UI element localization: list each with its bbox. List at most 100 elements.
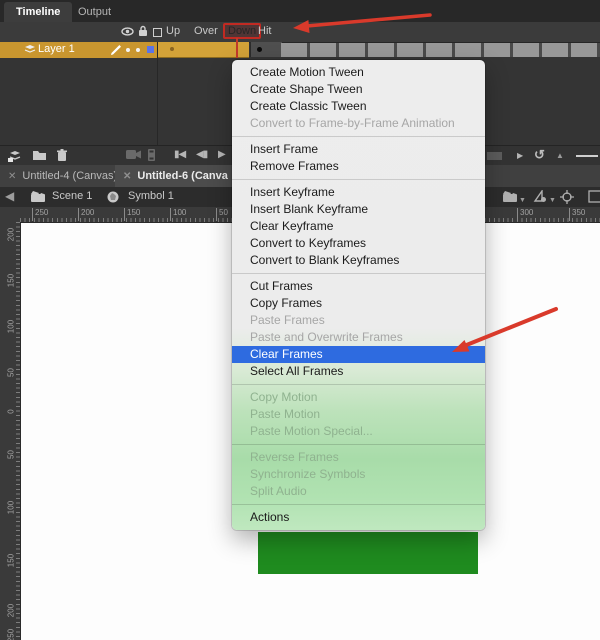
v-ruler-label: 100 [7, 317, 16, 337]
menu-item-create-classic-tween[interactable]: Create Classic Tween [232, 98, 485, 115]
keyframe-dot [257, 47, 262, 52]
menu-item-clear-keyframe[interactable]: Clear Keyframe [232, 218, 485, 235]
center-frame-crosshair-icon[interactable] [560, 190, 574, 204]
timeline-scrollbar-thumb[interactable] [487, 152, 502, 160]
h-ruler-label: 150 [124, 208, 140, 221]
menu-item-insert-blank-keyframe[interactable]: Insert Blank Keyframe [232, 201, 485, 218]
step-back-icon[interactable]: ◀▮ [196, 149, 207, 160]
pencil-edit-icon [110, 44, 122, 56]
menu-item-synchronize-symbols: Synchronize Symbols [232, 466, 485, 483]
frame-size-slider[interactable] [576, 155, 598, 157]
menu-item-clear-frames[interactable]: Clear Frames [232, 346, 485, 363]
menu-item-paste-frames: Paste Frames [232, 312, 485, 329]
menu-item-copy-frames[interactable]: Copy Frames [232, 295, 485, 312]
menu-item-paste-motion: Paste Motion [232, 406, 485, 423]
menu-separator [232, 380, 485, 389]
menu-item-paste-and-overwrite-frames: Paste and Overwrite Frames [232, 329, 485, 346]
menu-item-insert-frame[interactable]: Insert Frame [232, 141, 485, 158]
h-ruler-label: 100 [170, 208, 186, 221]
tab-output[interactable]: Output [66, 2, 123, 22]
h-ruler-label: 350 [569, 208, 585, 221]
menu-item-convert-to-keyframes[interactable]: Convert to Keyframes [232, 235, 485, 252]
green-rectangle-shape[interactable] [258, 532, 478, 574]
doc-tab-untitled-4[interactable]: ✕Untitled-4 (Canvas)* [0, 165, 117, 187]
scene-clapperboard-icon [30, 190, 46, 203]
keyframe-dot [170, 47, 174, 51]
layer-name-cell[interactable]: Layer 1 [0, 42, 157, 58]
tab-timeline[interactable]: Timeline [4, 2, 72, 22]
v-ruler-label: 150 [7, 551, 16, 571]
v-ruler-label: 200 [7, 225, 16, 245]
scroll-right-icon[interactable]: ▶ [517, 151, 523, 160]
back-arrow-icon[interactable]: ◀ [5, 189, 14, 203]
menu-item-actions[interactable]: Actions [232, 509, 485, 526]
symbol-name-label[interactable]: Symbol 1 [128, 190, 174, 202]
frame-label-hit[interactable]: Hit [258, 25, 271, 37]
v-ruler-label: 200 [7, 601, 16, 621]
menu-item-remove-frames[interactable]: Remove Frames [232, 158, 485, 175]
loop-playback-icon[interactable]: ↺ [534, 147, 545, 163]
edit-scene-icon[interactable] [502, 190, 518, 203]
h-ruler-label: 50 [216, 208, 228, 221]
menu-item-cut-frames[interactable]: Cut Frames [232, 278, 485, 295]
app-window: Timeline Output Up Over Down Hit Layer 1 [0, 0, 600, 640]
menu-separator [232, 175, 485, 184]
h-ruler-label: 250 [32, 208, 48, 221]
frame-label-down[interactable]: Down [223, 23, 261, 39]
panel-tab-bar: Timeline Output [0, 0, 600, 23]
delete-trash-icon[interactable] [56, 149, 68, 162]
visibility-eye-icon[interactable] [121, 26, 134, 37]
menu-separator [232, 500, 485, 509]
outline-color-icon[interactable] [153, 28, 162, 37]
close-icon[interactable]: ✕ [8, 171, 16, 182]
play-icon[interactable]: ▶ [218, 149, 226, 160]
menu-item-insert-keyframe[interactable]: Insert Keyframe [232, 184, 485, 201]
layer-row[interactable]: Layer 1 [0, 42, 600, 58]
zoom-box-partial[interactable] [588, 190, 600, 203]
menu-item-select-all-frames[interactable]: Select All Frames [232, 363, 485, 380]
frame-label-over[interactable]: Over [194, 25, 218, 37]
empty-frames-grid[interactable] [281, 43, 600, 57]
v-ruler-label: 0 [7, 402, 16, 422]
close-icon[interactable]: ✕ [123, 171, 131, 182]
chevron-down-icon: ▼ [549, 197, 556, 204]
menu-item-convert-to-frame-by-frame-animation: Convert to Frame-by-Frame Animation [232, 115, 485, 132]
edit-symbol-icon[interactable] [533, 190, 548, 203]
layer-name-label: Layer 1 [38, 43, 75, 55]
h-ruler-label: 200 [78, 208, 94, 221]
timeline-header-row: Up Over Down Hit [0, 22, 600, 43]
camera-icon[interactable] [126, 149, 141, 160]
hit-frame-cell[interactable] [250, 42, 282, 57]
ruler-ticks [16, 222, 20, 640]
menu-item-split-audio: Split Audio [232, 483, 485, 500]
menu-separator [232, 440, 485, 449]
menu-separator [232, 132, 485, 141]
v-ruler-label: 50 [7, 363, 16, 383]
new-folder-icon[interactable] [32, 149, 47, 161]
layer-outline-swatch[interactable] [147, 46, 154, 53]
vertical-ruler: 200 150 100 50 0 50 100 150 200 250 [0, 222, 21, 640]
layer-icon [24, 44, 36, 55]
menu-item-create-shape-tween[interactable]: Create Shape Tween [232, 81, 485, 98]
onion-skin-icon[interactable] [148, 149, 155, 161]
v-ruler-label: 100 [7, 498, 16, 518]
v-ruler-label: 250 [7, 626, 16, 640]
h-ruler-label: 300 [517, 208, 533, 221]
lock-icon[interactable] [138, 25, 148, 37]
menu-item-create-motion-tween[interactable]: Create Motion Tween [232, 64, 485, 81]
layer-visible-dot[interactable] [126, 48, 130, 52]
menu-item-copy-motion: Copy Motion [232, 389, 485, 406]
frame-label-up[interactable]: Up [166, 25, 180, 37]
v-ruler-label: 50 [7, 445, 16, 465]
playhead[interactable] [236, 38, 238, 58]
symbol-hand-icon [106, 190, 120, 203]
frame-span[interactable] [157, 42, 249, 58]
frame-view-menu-icon[interactable]: ▲ [556, 151, 564, 160]
menu-item-reverse-frames: Reverse Frames [232, 449, 485, 466]
go-to-first-frame-icon[interactable]: ▮◀ [174, 149, 185, 160]
layer-lock-dot[interactable] [136, 48, 140, 52]
v-ruler-label: 150 [7, 271, 16, 291]
new-layer-icon[interactable] [8, 149, 22, 162]
scene-name-label[interactable]: Scene 1 [52, 190, 92, 202]
menu-item-convert-to-blank-keyframes[interactable]: Convert to Blank Keyframes [232, 252, 485, 269]
